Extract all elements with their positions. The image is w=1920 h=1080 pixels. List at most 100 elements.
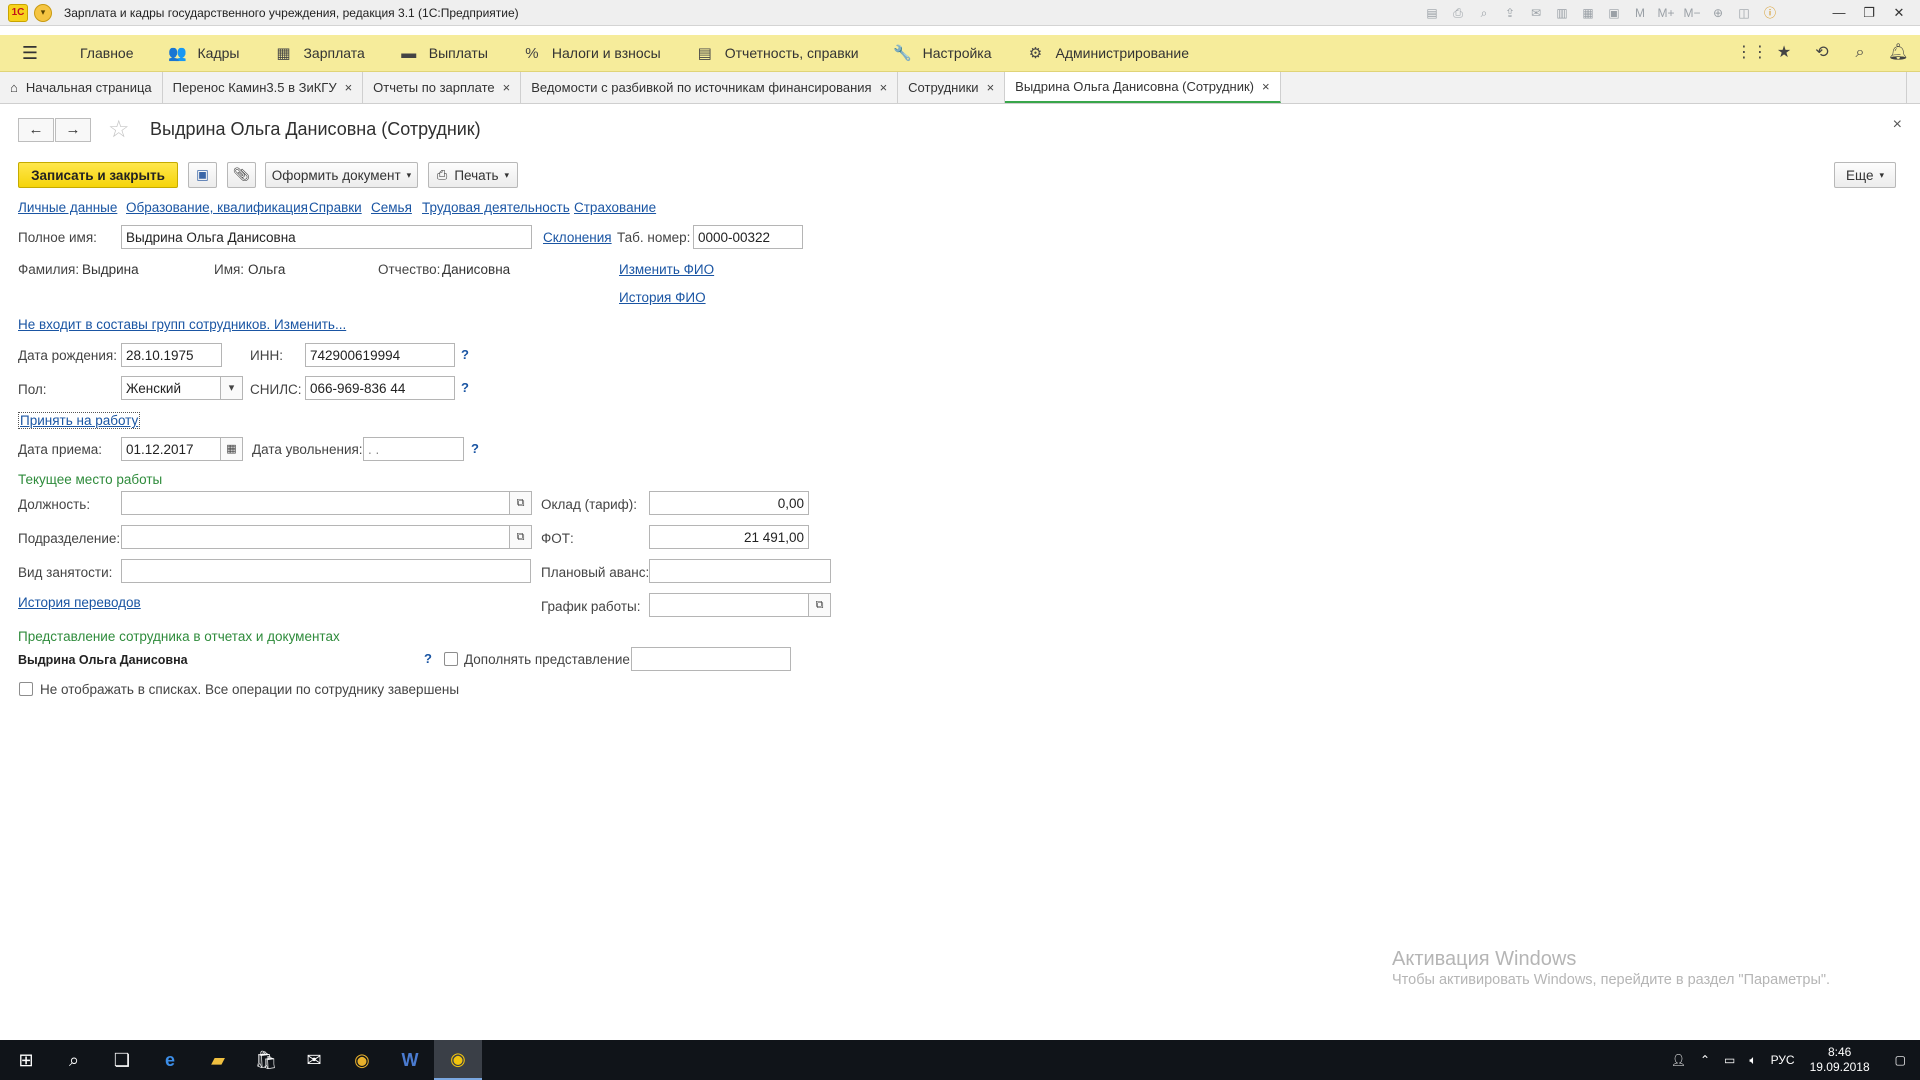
tab-close-icon[interactable]: × xyxy=(503,80,511,95)
close-window-icon[interactable]: ✕ xyxy=(1884,2,1914,24)
restore-icon[interactable]: ❐ xyxy=(1854,2,1884,24)
save-button[interactable]: ▣ xyxy=(188,162,217,188)
employee-groups-link[interactable]: Не входит в составы групп сотрудников. И… xyxy=(18,317,346,332)
make-document-button[interactable]: Оформить документ ▾ xyxy=(265,162,418,188)
supplement-checkbox[interactable] xyxy=(444,652,458,666)
windows-start-icon[interactable]: ⊞ xyxy=(2,1040,50,1080)
link-insurance[interactable]: Страхование xyxy=(574,200,656,215)
taskbar-search-icon[interactable]: ⌕ xyxy=(50,1040,98,1080)
transfers-history-link[interactable]: История переводов xyxy=(18,595,141,610)
tab-transfer[interactable]: Перенос Камин3.5 в ЗиКГУ × xyxy=(162,72,364,103)
network-icon[interactable]: ▭ xyxy=(1724,1053,1735,1067)
print-button[interactable]: ⎙ Печать ▾ xyxy=(428,162,518,188)
mail-icon[interactable]: ✉ xyxy=(1526,3,1546,23)
tab-close-icon[interactable]: × xyxy=(1262,79,1270,94)
representation-help-icon[interactable]: ? xyxy=(424,651,432,666)
print-icon[interactable]: ⎙ xyxy=(1448,3,1468,23)
store-icon[interactable]: 🛍︎ xyxy=(242,1040,290,1080)
link-family[interactable]: Семья xyxy=(371,200,412,215)
language-indicator[interactable]: РУС xyxy=(1771,1053,1795,1067)
people-tray-icon[interactable]: 👤︎ xyxy=(1671,1053,1686,1067)
section-admin[interactable]: ⚙ Администрирование xyxy=(1026,44,1189,62)
doc-icon[interactable]: ▥ xyxy=(1552,3,1572,23)
taskbar-clock[interactable]: 8:46 19.09.2018 xyxy=(1810,1045,1870,1075)
inn-field[interactable]: 742900619994 xyxy=(305,343,455,367)
edge-browser-icon[interactable]: e xyxy=(146,1040,194,1080)
main-menu-dropdown-icon[interactable]: ▾ xyxy=(34,3,52,22)
save-and-close-button[interactable]: Записать и закрыть xyxy=(18,162,178,188)
task-view-icon[interactable]: ❏ xyxy=(98,1040,146,1080)
burger-menu-icon[interactable]: ☰ xyxy=(10,43,50,64)
close-form-icon[interactable]: × xyxy=(1893,116,1902,134)
upload-icon[interactable]: ⇪ xyxy=(1500,3,1520,23)
link-personal-data[interactable]: Личные данные xyxy=(18,200,117,215)
attach-button[interactable]: 📎︎ xyxy=(227,162,256,188)
tab-close-icon[interactable]: × xyxy=(880,80,888,95)
section-main[interactable]: Главное xyxy=(50,45,134,61)
calendar-icon[interactable]: ▣ xyxy=(1604,3,1624,23)
tab-employee-card[interactable]: Выдрина Ольга Данисовна (Сотрудник) × xyxy=(1005,72,1281,103)
info-icon[interactable]: ⓘ xyxy=(1760,3,1780,23)
section-settings[interactable]: 🔧 Настройка xyxy=(893,44,991,62)
volume-icon[interactable]: 🔈︎ xyxy=(1749,1053,1756,1068)
section-hr[interactable]: 👥 Кадры xyxy=(168,44,239,62)
employment-type-field[interactable] xyxy=(121,559,531,583)
open-schedule-icon[interactable]: ⧉ xyxy=(809,593,831,617)
memory-minus-icon[interactable]: M− xyxy=(1682,3,1702,23)
table-icon[interactable]: ▦ xyxy=(1578,3,1598,23)
more-button[interactable]: Еще ▾ xyxy=(1834,162,1896,188)
back-arrow-icon[interactable]: ← xyxy=(18,118,54,142)
snils-field[interactable]: 066-969-836 44 xyxy=(305,376,455,400)
tab-salary-reports[interactable]: Отчеты по зарплате × xyxy=(363,72,522,103)
tab-employees[interactable]: Сотрудники × xyxy=(898,72,1006,103)
supplement-field[interactable] xyxy=(631,647,791,671)
mail-app-icon[interactable]: ✉ xyxy=(290,1040,338,1080)
tray-chevron-up-icon[interactable]: ⌃ xyxy=(1700,1053,1710,1067)
minimize-icon[interactable]: — xyxy=(1824,2,1854,24)
save-icon[interactable]: ▤ xyxy=(1422,3,1442,23)
position-field[interactable] xyxy=(121,491,510,515)
change-fio-link[interactable]: Изменить ФИО xyxy=(619,262,714,277)
panel-icon[interactable]: ◫ xyxy=(1734,3,1754,23)
bell-icon[interactable]: 🔔︎ xyxy=(1888,43,1908,63)
chrome-icon[interactable]: ◉ xyxy=(338,1040,386,1080)
link-certificates[interactable]: Справки xyxy=(309,200,362,215)
tab-number-field[interactable]: 0000-00322 xyxy=(693,225,803,249)
zoom-icon[interactable]: ⊕ xyxy=(1708,3,1728,23)
search-icon[interactable]: ⌕ xyxy=(1850,43,1870,63)
section-salary[interactable]: ▦ Зарплата xyxy=(273,44,364,62)
dismissal-date-field[interactable]: . . xyxy=(363,437,464,461)
birth-date-field[interactable]: 28.10.1975 xyxy=(121,343,222,367)
open-department-icon[interactable]: ⧉ xyxy=(510,525,532,549)
memory-m-icon[interactable]: M xyxy=(1630,3,1650,23)
fot-field[interactable]: 21 491,00 xyxy=(649,525,809,549)
planned-advance-field[interactable] xyxy=(649,559,831,583)
dismissal-help-icon[interactable]: ? xyxy=(471,441,479,456)
apps-grid-icon[interactable]: ⋮⋮ xyxy=(1736,43,1768,63)
snils-help-icon[interactable]: ? xyxy=(461,380,469,395)
tabs-scroll[interactable] xyxy=(1906,72,1920,103)
gender-dropdown-icon[interactable]: ▾ xyxy=(221,376,243,400)
section-reports[interactable]: ▤ Отчетность, справки xyxy=(695,44,859,62)
word-icon[interactable]: W xyxy=(386,1040,434,1080)
1c-app-icon[interactable]: ◉ xyxy=(434,1040,482,1080)
open-position-icon[interactable]: ⧉ xyxy=(510,491,532,515)
section-payments[interactable]: ▬ Выплаты xyxy=(399,45,488,62)
full-name-field[interactable]: Выдрина Ольга Данисовна xyxy=(121,225,532,249)
tab-close-icon[interactable]: × xyxy=(987,80,995,95)
work-schedule-field[interactable] xyxy=(649,593,809,617)
hide-in-lists-checkbox[interactable] xyxy=(19,682,33,696)
tab-home[interactable]: ⌂ Начальная страница xyxy=(0,72,163,103)
favorite-star-icon[interactable]: ☆ xyxy=(108,115,130,144)
memory-plus-icon[interactable]: M+ xyxy=(1656,3,1676,23)
forward-arrow-icon[interactable]: → xyxy=(55,118,91,142)
history-icon[interactable]: ⟲ xyxy=(1812,43,1832,63)
fio-history-link[interactable]: История ФИО xyxy=(619,290,706,305)
file-explorer-icon[interactable]: ▰ xyxy=(194,1040,242,1080)
salary-field[interactable]: 0,00 xyxy=(649,491,809,515)
tab-close-icon[interactable]: × xyxy=(345,80,353,95)
inn-help-icon[interactable]: ? xyxy=(461,347,469,362)
favorites-star-icon[interactable]: ★ xyxy=(1774,43,1794,63)
tab-statements[interactable]: Ведомости с разбивкой по источникам фина… xyxy=(521,72,899,103)
hire-link[interactable]: Принять на работу xyxy=(18,412,141,429)
